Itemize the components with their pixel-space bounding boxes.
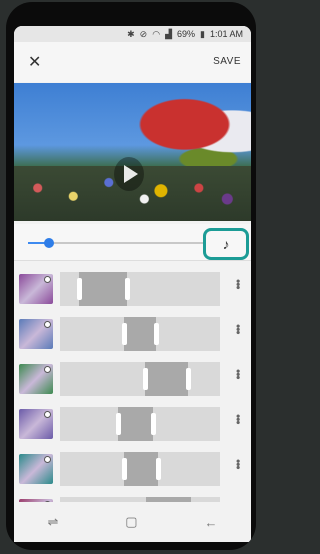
clip-select-indicator[interactable] [44, 276, 51, 283]
more-options-icon[interactable]: ••• [231, 369, 245, 379]
more-options-icon[interactable]: ••• [231, 459, 245, 469]
trim-end-handle[interactable] [154, 323, 159, 345]
bluetooth-icon: ✱ [127, 28, 135, 39]
close-icon[interactable]: ✕ [28, 52, 41, 72]
trim-end-handle[interactable] [125, 278, 131, 300]
clip-thumbnail[interactable] [19, 274, 53, 304]
scrubber-handle[interactable] [44, 238, 54, 248]
trim-start-handle[interactable] [77, 278, 83, 300]
trim-end-handle[interactable] [150, 413, 156, 435]
signal-icon: ▟ [165, 28, 172, 39]
trim-start-handle[interactable] [115, 413, 121, 435]
screen: ✱ ⊘ ◠ ▟ 69% ▮ 1:01 AM ✕ SAVE ♪ ••• ••• •… [14, 26, 251, 541]
trim-start-handle[interactable] [142, 368, 148, 390]
clip-row: ••• [14, 266, 251, 310]
clip-list: •••••••••••••••••• [14, 266, 251, 536]
clip-select-indicator[interactable] [44, 411, 51, 418]
navigation-bar: ⇌ ▢ ← [14, 502, 251, 542]
trim-end-handle[interactable] [186, 368, 191, 390]
status-bar: ✱ ⊘ ◠ ▟ 69% ▮ 1:01 AM [14, 26, 251, 42]
clip-thumbnail[interactable] [19, 454, 53, 484]
clip-row: ••• [14, 446, 251, 490]
music-button[interactable]: ♪ [203, 228, 249, 260]
clip-trim-timeline[interactable] [60, 362, 220, 396]
clip-trim-selection[interactable] [124, 452, 158, 486]
battery-percent: 69% [177, 29, 196, 39]
trim-start-handle[interactable] [122, 458, 127, 480]
clip-trim-selection[interactable] [79, 272, 128, 306]
clip-row: ••• [14, 356, 251, 400]
clip-select-indicator[interactable] [44, 321, 51, 328]
more-options-icon[interactable]: ••• [231, 324, 245, 334]
more-options-icon[interactable]: ••• [231, 414, 245, 424]
clip-row: ••• [14, 311, 251, 355]
video-preview[interactable] [14, 83, 251, 221]
trim-end-handle[interactable] [155, 458, 161, 480]
clip-trim-selection[interactable] [144, 362, 188, 396]
clip-select-indicator[interactable] [44, 456, 51, 463]
clip-row: ••• [14, 401, 251, 445]
music-note-icon: ♪ [222, 236, 230, 252]
clip-trim-timeline[interactable] [60, 272, 220, 306]
scrubber-track[interactable] [28, 238, 203, 248]
clip-select-indicator[interactable] [44, 366, 51, 373]
clip-thumbnail[interactable] [19, 364, 53, 394]
mute-icon: ⊘ [139, 28, 148, 39]
home-icon[interactable]: ▢ [125, 514, 137, 530]
clip-trim-timeline[interactable] [60, 317, 220, 351]
clip-trim-selection[interactable] [117, 407, 153, 441]
clip-trim-selection[interactable] [124, 317, 156, 351]
clip-trim-timeline[interactable] [60, 452, 220, 486]
clock: 1:01 AM [209, 29, 243, 39]
clip-thumbnail[interactable] [19, 409, 53, 439]
back-icon[interactable]: ← [205, 515, 218, 530]
trim-start-handle[interactable] [122, 323, 127, 345]
clip-thumbnail[interactable] [19, 319, 53, 349]
wifi-icon: ◠ [152, 28, 161, 39]
playback-scrubber: ♪ [14, 224, 251, 261]
more-options-icon[interactable]: ••• [231, 279, 245, 289]
app-bar: ✕ SAVE [14, 42, 251, 82]
play-icon[interactable] [124, 165, 138, 183]
battery-icon: ▮ [200, 28, 205, 39]
recents-icon[interactable]: ⇌ [47, 514, 58, 530]
clip-trim-timeline[interactable] [60, 407, 220, 441]
phone-frame: ✱ ⊘ ◠ ▟ 69% ▮ 1:01 AM ✕ SAVE ♪ ••• ••• •… [6, 2, 256, 550]
save-button[interactable]: SAVE [213, 56, 241, 67]
